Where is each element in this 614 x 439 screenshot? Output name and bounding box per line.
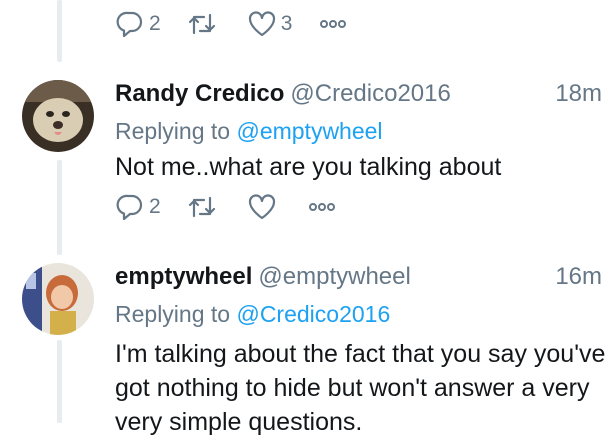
avatar[interactable]: [22, 263, 94, 335]
user-handle[interactable]: @emptywheel: [258, 263, 410, 290]
tweet-actions-previous: 2 3: [115, 9, 374, 39]
girl-avatar-icon: [22, 263, 94, 335]
display-name[interactable]: emptywheel: [115, 263, 252, 290]
thread-line-top: [57, 0, 62, 62]
heart-icon: [248, 11, 275, 37]
like-button[interactable]: [247, 192, 281, 222]
avatar[interactable]: [22, 80, 94, 152]
tweet-text: Not me..what are you talking about: [115, 153, 502, 181]
tweet-emptywheel[interactable]: emptywheel @emptywheel 16m Replying to @C…: [0, 263, 614, 436]
like-count: 3: [280, 12, 293, 35]
tweet-header: Randy Credico @Credico2016: [115, 80, 451, 108]
replying-to-label: Replying to: [115, 118, 231, 144]
retweet-button[interactable]: [187, 192, 221, 222]
replying-to: Replying to @emptywheel: [115, 118, 383, 145]
mention-link[interactable]: @emptywheel: [236, 118, 382, 144]
replying-to-label: Replying to: [115, 301, 231, 327]
more-button[interactable]: [307, 192, 337, 222]
timestamp[interactable]: 18m: [555, 80, 602, 108]
tweet-actions: 2: [115, 192, 363, 222]
display-name[interactable]: Randy Credico: [115, 80, 284, 107]
reply-icon: [116, 194, 143, 221]
reply-button[interactable]: 2: [115, 9, 161, 39]
reply-count: 2: [149, 12, 161, 35]
like-button[interactable]: 3: [247, 9, 293, 39]
tweet-header: emptywheel @emptywheel: [115, 263, 411, 291]
tweet-text: I'm talking about the fact that you say …: [115, 340, 606, 436]
replying-to: Replying to @Credico2016: [115, 301, 390, 328]
retweet-icon: [188, 196, 215, 218]
dog-avatar-icon: [22, 80, 94, 152]
retweet-button[interactable]: [187, 9, 221, 39]
retweet-icon: [188, 13, 215, 35]
user-handle[interactable]: @Credico2016: [290, 80, 450, 107]
more-icon: [320, 20, 347, 28]
more-icon: [308, 203, 335, 211]
more-button[interactable]: [318, 9, 348, 39]
reply-icon: [116, 11, 143, 38]
reply-count: 2: [149, 195, 161, 218]
mention-link[interactable]: @Credico2016: [236, 301, 390, 327]
heart-icon: [248, 194, 275, 220]
timestamp[interactable]: 16m: [555, 263, 602, 291]
reply-button[interactable]: 2: [115, 192, 161, 222]
tweet-randy-credico[interactable]: Randy Credico @Credico2016 18m Replying t…: [0, 80, 614, 245]
